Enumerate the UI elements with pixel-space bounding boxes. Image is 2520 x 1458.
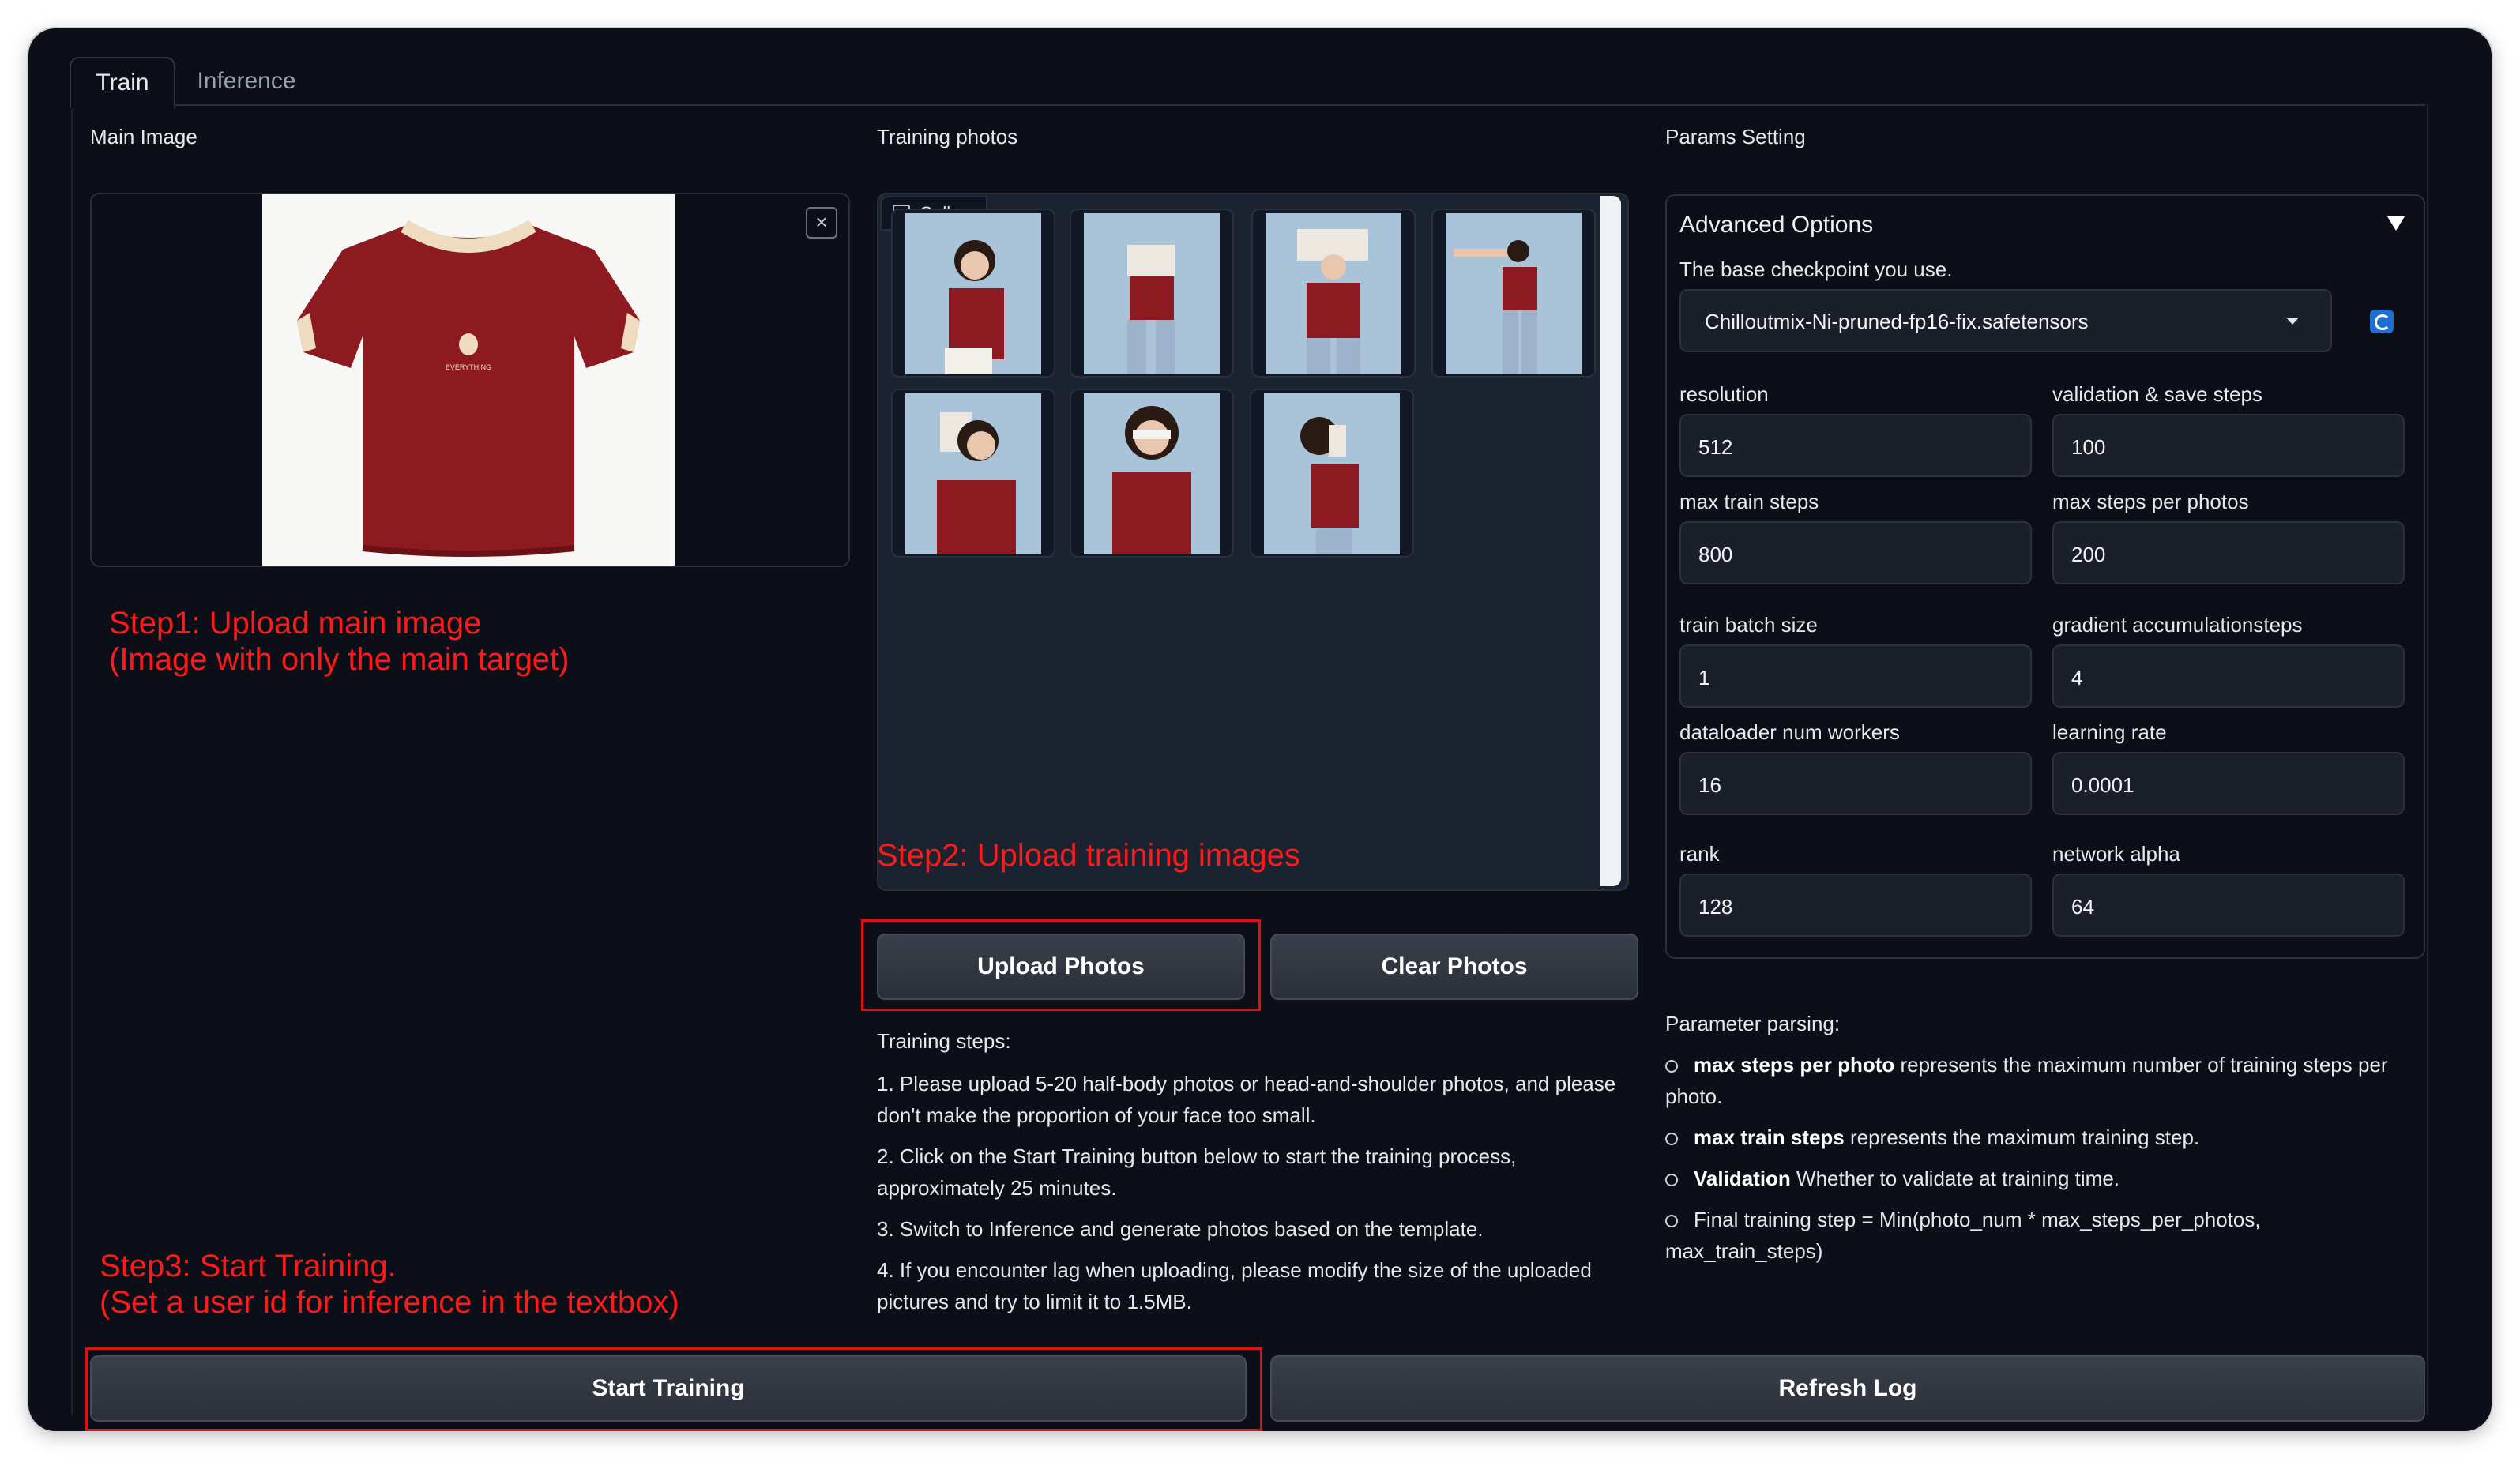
rank-input[interactable]: 128 — [1679, 874, 2032, 937]
resolution-label: resolution — [1679, 382, 1769, 406]
app-window: Train Inference Main Image EVERYTHING × … — [28, 28, 2492, 1431]
gallery-thumb[interactable] — [891, 209, 1055, 378]
gallery-thumb[interactable] — [1070, 389, 1234, 558]
gallery-thumb[interactable] — [1251, 209, 1416, 378]
main-image-label: Main Image — [90, 125, 197, 148]
param-note: Validation Whether to validate at traini… — [1694, 1167, 2120, 1190]
bullet-icon — [1665, 1133, 1678, 1145]
max-train-steps-input[interactable]: 800 — [1679, 521, 2032, 584]
training-step-text: 3. Switch to Inference and generate phot… — [877, 1217, 1484, 1241]
step1-annotation: Step1: Upload main image — [109, 606, 482, 641]
tshirt-image: EVERYTHING — [297, 220, 640, 557]
bullet-icon — [1665, 1215, 1678, 1227]
training-step-text: don't make the proportion of your face t… — [877, 1103, 1316, 1127]
training-photos-gallery[interactable]: Gallery Step2: Upload training images — [877, 193, 1629, 891]
step3-annotation: Step3: Start Training. — [100, 1249, 397, 1283]
train-batch-size-input[interactable]: 1 — [1679, 644, 2032, 708]
param-note: max train steps represents the maximum t… — [1694, 1125, 2200, 1149]
gallery-thumb[interactable] — [891, 389, 1055, 558]
gallery-scrollbar[interactable] — [1600, 196, 1621, 886]
max-train-steps-label: max train steps — [1679, 490, 1819, 513]
start-training-button[interactable]: Start Training — [90, 1355, 1247, 1422]
param-note-cont: photo. — [1665, 1084, 1723, 1108]
checkpoint-label: The base checkpoint you use. — [1679, 257, 1953, 281]
rank-label: rank — [1679, 842, 1720, 866]
gallery-thumb[interactable] — [1431, 209, 1596, 378]
training-step-text: 4. If you encounter lag when uploading, … — [877, 1258, 1592, 1282]
param-note: Final training step = Min(photo_num * ma… — [1694, 1208, 2261, 1231]
bullet-icon — [1665, 1060, 1678, 1073]
training-step-text: 2. Click on the Start Training button be… — [877, 1144, 1517, 1168]
advanced-options-title[interactable]: Advanced Options — [1679, 212, 1873, 239]
max-steps-per-photos-label: max steps per photos — [2052, 490, 2249, 513]
training-step-text: 1. Please upload 5-20 half-body photos o… — [877, 1072, 1616, 1095]
gradient-accumulation-input[interactable]: 4 — [2052, 644, 2405, 708]
checkpoint-select[interactable]: Chilloutmix-Ni-pruned-fp16-fix.safetenso… — [1679, 289, 2332, 352]
gradient-accumulation-label: gradient accumulationsteps — [2052, 613, 2303, 637]
max-steps-per-photos-input[interactable]: 200 — [2052, 521, 2405, 584]
tab-train[interactable]: Train — [70, 57, 175, 109]
main-image-upload[interactable]: EVERYTHING × — [90, 193, 850, 567]
tab-inference[interactable]: Inference — [191, 57, 302, 106]
refresh-log-button[interactable]: Refresh Log — [1270, 1355, 2425, 1422]
training-step-text: approximately 25 minutes. — [877, 1176, 1117, 1200]
step2-annotation: Step2: Upload training images — [877, 838, 1300, 873]
refresh-icon[interactable] — [2370, 310, 2394, 333]
step3-annotation-sub: (Set a user id for inference in the text… — [100, 1285, 679, 1320]
step1-annotation-sub: (Image with only the main target) — [109, 642, 570, 677]
network-alpha-input[interactable]: 64 — [2052, 874, 2405, 937]
validation-steps-label: validation & save steps — [2052, 382, 2262, 406]
parameter-parsing-title: Parameter parsing: — [1665, 1012, 1841, 1035]
checkpoint-value: Chilloutmix-Ni-pruned-fp16-fix.safetenso… — [1705, 310, 2089, 333]
close-icon[interactable]: × — [806, 207, 837, 239]
validation-steps-input[interactable]: 100 — [2052, 414, 2405, 477]
learning-rate-label: learning rate — [2052, 720, 2167, 744]
bullet-icon — [1665, 1174, 1678, 1186]
training-photos-label: Training photos — [877, 125, 1018, 148]
collapse-triangle-icon[interactable] — [2387, 216, 2405, 231]
params-setting-label: Params Setting — [1665, 125, 1806, 148]
shirt-logo-text: EVERYTHING — [446, 363, 491, 371]
gallery-thumb[interactable] — [1250, 389, 1414, 558]
gallery-thumb[interactable] — [1070, 209, 1234, 378]
upload-photos-button[interactable]: Upload Photos — [877, 934, 1245, 1000]
learning-rate-input[interactable]: 0.0001 — [2052, 752, 2405, 815]
resolution-input[interactable]: 512 — [1679, 414, 2032, 477]
network-alpha-label: network alpha — [2052, 842, 2180, 866]
training-step-text: pictures and try to limit it to 1.5MB. — [877, 1290, 1192, 1313]
chevron-down-icon — [2286, 318, 2299, 325]
train-batch-size-label: train batch size — [1679, 613, 1818, 637]
param-note-cont: max_train_steps) — [1665, 1239, 1823, 1263]
main-image-preview: EVERYTHING — [262, 194, 675, 566]
param-note: max steps per photo represents the maxim… — [1694, 1053, 2388, 1077]
training-steps-title: Training steps: — [877, 1029, 1011, 1053]
dataloader-workers-input[interactable]: 16 — [1679, 752, 2032, 815]
clear-photos-button[interactable]: Clear Photos — [1270, 934, 1638, 1000]
dataloader-workers-label: dataloader num workers — [1679, 720, 1900, 744]
